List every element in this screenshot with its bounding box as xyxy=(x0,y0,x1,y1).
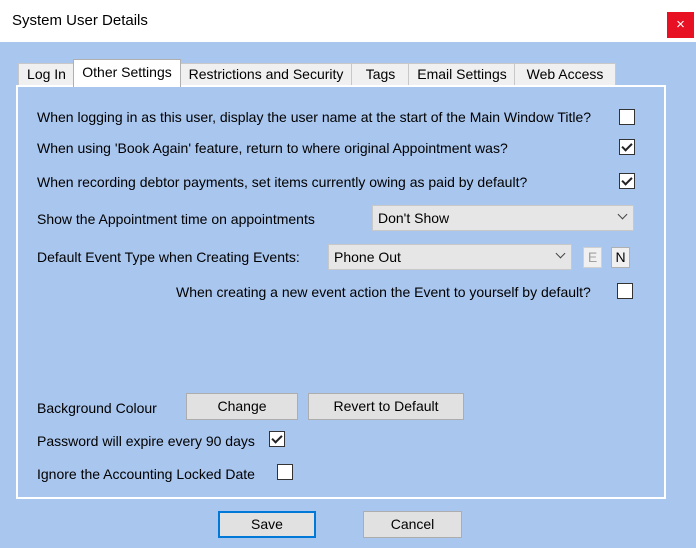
tab-restrictions-and-security[interactable]: Restrictions and Security xyxy=(179,63,353,85)
revert-to-default-button[interactable]: Revert to Default xyxy=(308,393,464,420)
event-action-self-label: When creating a new event action the Eve… xyxy=(176,284,591,300)
close-icon: × xyxy=(676,16,685,33)
tab-log-in[interactable]: Log In xyxy=(18,63,75,85)
other-settings-panel: When logging in as this user, display th… xyxy=(16,85,666,499)
cancel-button[interactable]: Cancel xyxy=(363,511,462,538)
debtor-payments-paid-label: When recording debtor payments, set item… xyxy=(37,174,528,190)
default-event-type-select[interactable]: Phone Out xyxy=(328,244,572,270)
tab-email-settings[interactable]: Email Settings xyxy=(408,63,516,85)
password-expire-label: Password will expire every 90 days xyxy=(37,433,255,449)
ignore-accounting-locked-label: Ignore the Accounting Locked Date xyxy=(37,466,255,482)
title-bar: System User Details × xyxy=(0,0,696,42)
window-title: System User Details xyxy=(12,12,148,29)
appointment-time-select[interactable]: Don't Show xyxy=(372,205,634,231)
password-expire-checkbox[interactable] xyxy=(269,431,285,447)
book-again-return-checkbox[interactable] xyxy=(619,139,635,155)
debtor-payments-paid-checkbox[interactable] xyxy=(619,173,635,189)
display-username-title-label: When logging in as this user, display th… xyxy=(37,109,592,125)
default-event-type-label: Default Event Type when Creating Events: xyxy=(37,249,300,265)
chevron-down-icon xyxy=(617,209,628,220)
change-colour-button[interactable]: Change xyxy=(186,393,298,420)
tab-tags[interactable]: Tags xyxy=(351,63,410,85)
tab-other-settings[interactable]: Other Settings xyxy=(73,59,181,87)
appointment-time-label: Show the Appointment time on appointment… xyxy=(37,211,315,227)
close-button[interactable]: × xyxy=(667,12,694,38)
save-button[interactable]: Save xyxy=(218,511,316,538)
background-colour-label: Background Colour xyxy=(37,400,157,416)
new-event-type-button[interactable]: N xyxy=(611,247,630,268)
chevron-down-icon xyxy=(555,248,566,259)
appointment-time-value: Don't Show xyxy=(378,210,450,226)
event-action-self-checkbox[interactable] xyxy=(617,283,633,299)
tab-web-access[interactable]: Web Access xyxy=(514,63,616,85)
book-again-return-label: When using 'Book Again' feature, return … xyxy=(37,140,508,156)
edit-event-type-button[interactable]: E xyxy=(583,247,602,268)
display-username-title-checkbox[interactable] xyxy=(619,109,635,125)
default-event-type-value: Phone Out xyxy=(334,249,401,265)
ignore-accounting-locked-checkbox[interactable] xyxy=(277,464,293,480)
